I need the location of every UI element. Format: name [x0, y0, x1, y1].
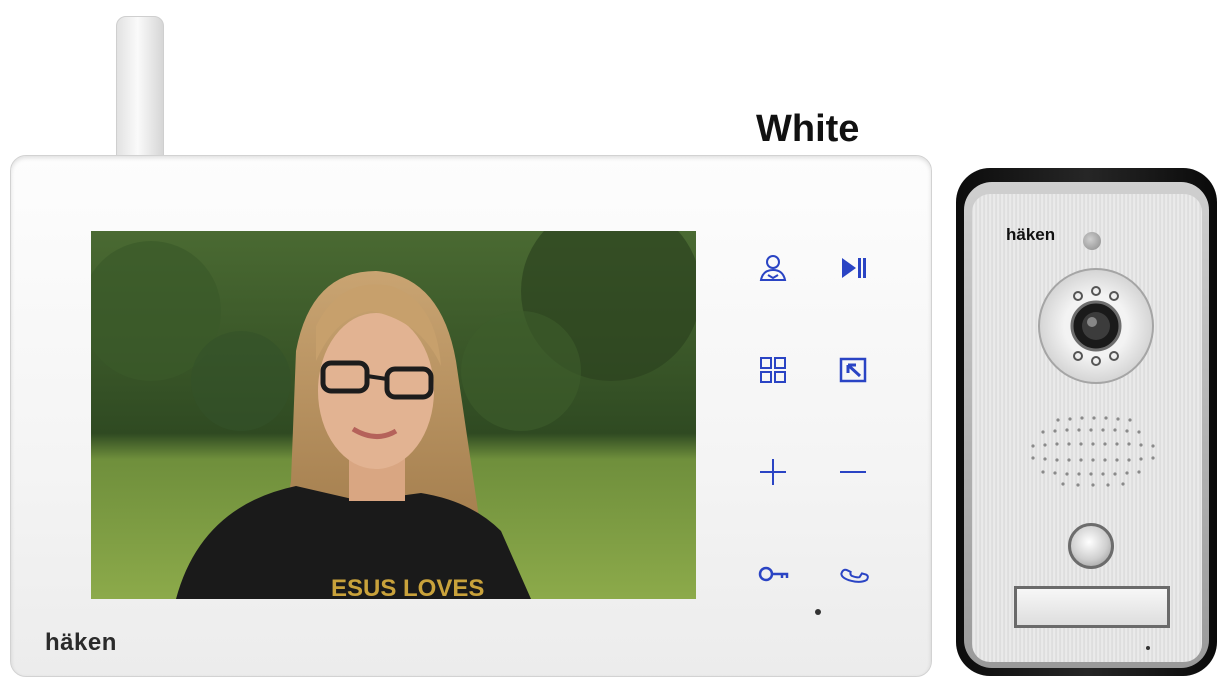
light-sensor — [1083, 232, 1101, 250]
unlock-button[interactable] — [751, 552, 795, 596]
indoor-monitor: ESUS LOVES häken — [10, 155, 932, 677]
volume-down-button[interactable] — [831, 450, 875, 494]
play-pause-button[interactable] — [831, 246, 875, 290]
grid-icon — [760, 357, 786, 383]
camera-lens-icon — [1070, 286, 1122, 366]
key-icon — [758, 566, 789, 582]
svg-text:ESUS LOVES: ESUS LOVES — [331, 575, 484, 599]
antenna — [116, 16, 164, 168]
video-screen: ESUS LOVES — [91, 231, 696, 599]
door-microphone-hole — [1146, 646, 1150, 650]
user-icon — [759, 255, 787, 281]
intercom-user-button[interactable] — [751, 246, 795, 290]
monitor-arrow-icon — [839, 357, 867, 383]
door-station: häken — [956, 168, 1217, 676]
volume-up-button[interactable] — [751, 450, 795, 494]
doorbell-call-button[interactable] — [1068, 523, 1114, 569]
monitor-view-button[interactable] — [831, 348, 875, 392]
minus-icon — [840, 471, 866, 473]
menu-grid-button[interactable] — [751, 348, 795, 392]
monitor-brand-logo: häken — [45, 629, 117, 656]
color-variant-label: White — [756, 108, 860, 150]
name-plate — [1014, 586, 1170, 628]
play-pause-icon — [842, 258, 866, 278]
microphone-hole — [815, 609, 821, 615]
speaker-grille — [1031, 416, 1155, 487]
video-feed-image: ESUS LOVES — [91, 231, 696, 599]
answer-call-button[interactable] — [831, 552, 875, 596]
plus-icon — [760, 459, 786, 485]
phone-icon — [840, 568, 869, 583]
camera-lens — [1038, 268, 1154, 384]
door-brand-logo: häken — [1006, 225, 1056, 244]
